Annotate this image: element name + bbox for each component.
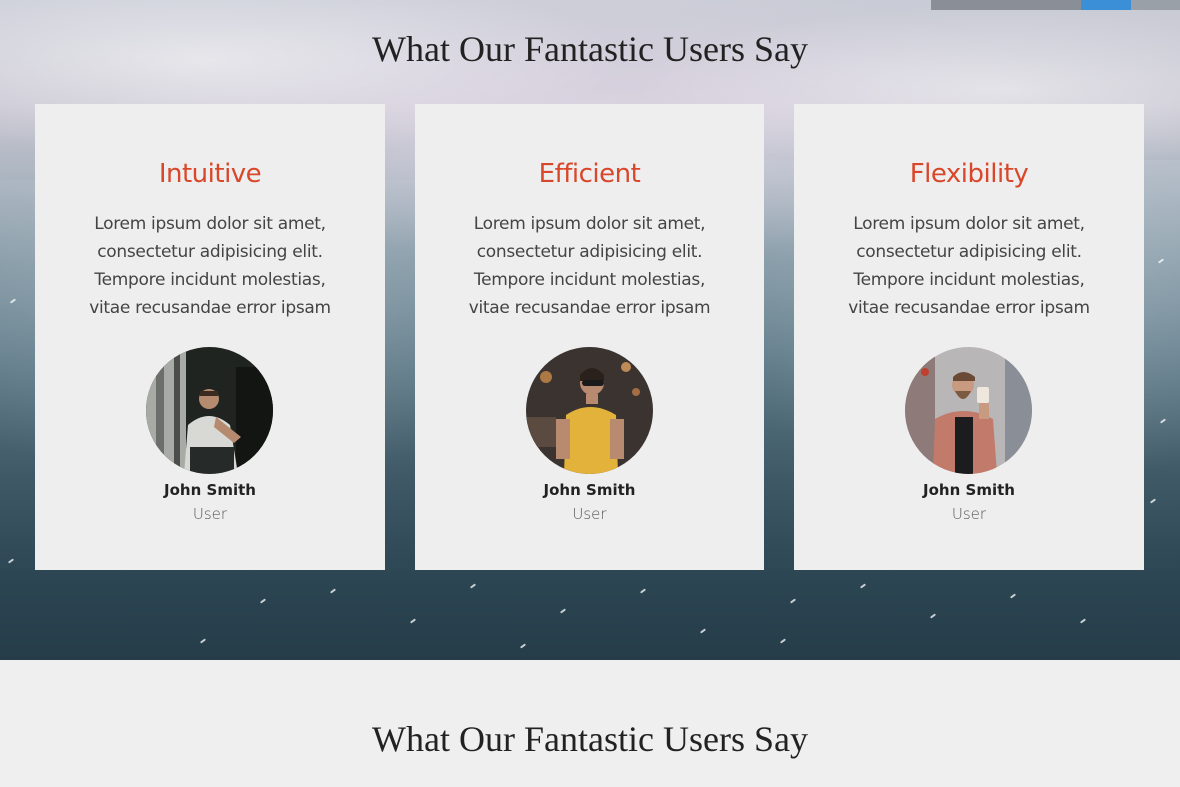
user-role: User bbox=[951, 505, 987, 523]
card-text: Lorem ipsum dolor sit amet, consectetur … bbox=[89, 214, 331, 318]
user-name: John Smith bbox=[543, 481, 636, 499]
card-heading: Intuitive bbox=[158, 159, 262, 189]
avatar bbox=[525, 347, 653, 474]
section-title-bottom: What Our Fantastic Users Say bbox=[372, 719, 808, 759]
toolbar-end-button[interactable] bbox=[1131, 0, 1180, 10]
section-title-top: What Our Fantastic Users Say bbox=[372, 29, 808, 69]
card-text: Lorem ipsum dolor sit amet, consectetur … bbox=[848, 214, 1090, 318]
user-name: John Smith bbox=[164, 481, 256, 499]
card-text: Lorem ipsum dolor sit amet, consectetur … bbox=[468, 214, 711, 318]
top-toolbar bbox=[931, 0, 1180, 10]
card-heading: Efficient bbox=[538, 159, 641, 189]
toolbar-active-button[interactable] bbox=[1081, 0, 1131, 10]
user-role: User bbox=[192, 505, 228, 523]
card-heading: Flexibility bbox=[909, 159, 1029, 189]
avatar bbox=[146, 347, 273, 474]
testimonial-card-flexibility: Flexibility Lorem ipsum dolor sit amet, … bbox=[794, 104, 1144, 570]
testimonial-card-intuitive: Intuitive Lorem ipsum dolor sit amet, co… bbox=[35, 104, 385, 570]
testimonial-card-efficient: Efficient Lorem ipsum dolor sit amet, co… bbox=[415, 104, 764, 570]
user-name: John Smith bbox=[923, 481, 1015, 499]
avatar bbox=[905, 347, 1032, 474]
user-role: User bbox=[572, 505, 607, 523]
